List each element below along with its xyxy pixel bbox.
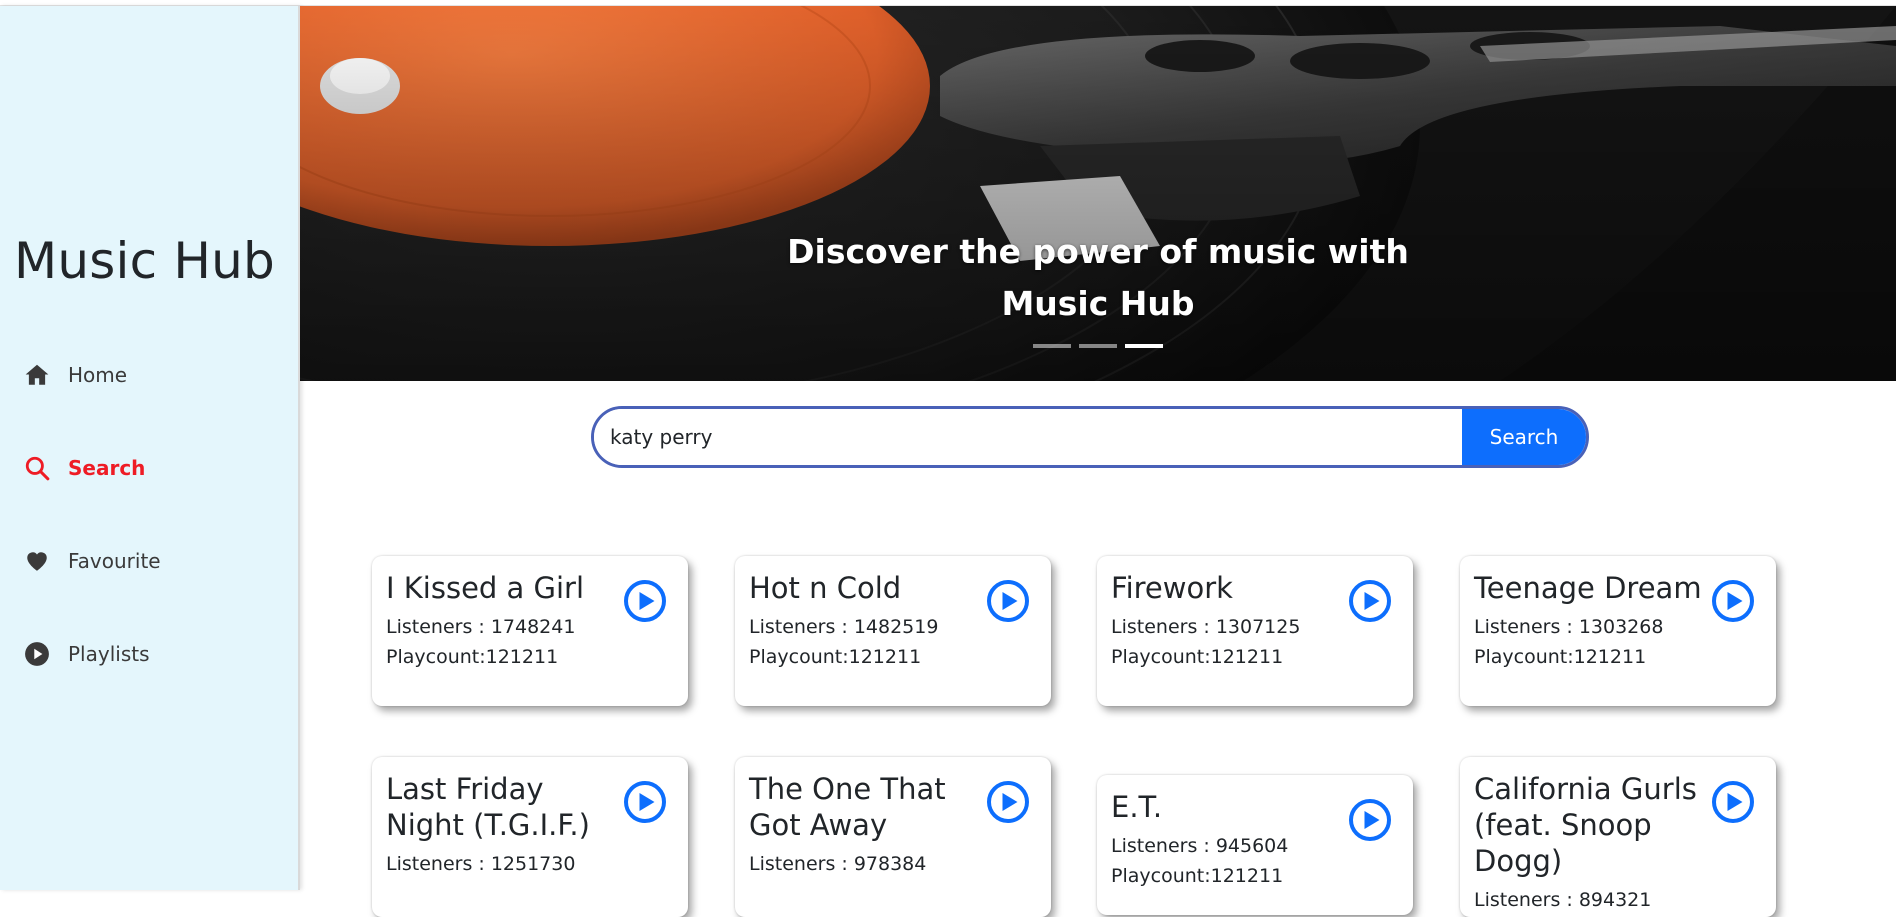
- play-button[interactable]: [1712, 580, 1754, 622]
- song-playcount: Playcount:121211: [1111, 646, 1284, 668]
- sidebar: Music Hub Home Search Favourite Playlist…: [0, 6, 300, 890]
- nav-label-playlists: Playlists: [68, 642, 150, 666]
- heart-icon: [24, 548, 50, 574]
- play-icon: [1364, 811, 1379, 829]
- song-card[interactable]: Last Friday Night (T.G.I.F.) Listeners :…: [372, 757, 688, 917]
- song-card[interactable]: E.T. Listeners : 945604 Playcount:121211: [1097, 775, 1413, 915]
- play-circle-icon: [24, 641, 50, 667]
- play-button[interactable]: [1349, 799, 1391, 841]
- hero-caption: Discover the power of music with Music H…: [300, 226, 1896, 330]
- search-button[interactable]: Search: [1462, 409, 1586, 465]
- nav-item-home[interactable]: Home: [24, 355, 127, 395]
- song-card[interactable]: The One That Got Away Listeners : 978384: [735, 757, 1051, 917]
- nav-item-favourite[interactable]: Favourite: [24, 541, 161, 581]
- play-button[interactable]: [1712, 781, 1754, 823]
- hero-carousel: Discover the power of music with Music H…: [300, 6, 1896, 381]
- song-listeners: Listeners : 978384: [749, 853, 927, 875]
- brand-title: Music Hub: [14, 232, 275, 290]
- song-playcount: Playcount:121211: [386, 646, 559, 668]
- play-button[interactable]: [987, 580, 1029, 622]
- play-icon: [1727, 592, 1742, 610]
- play-button[interactable]: [987, 781, 1029, 823]
- carousel-indicators: [300, 344, 1896, 348]
- song-card[interactable]: I Kissed a Girl Listeners : 1748241 Play…: [372, 556, 688, 706]
- nav-item-playlists[interactable]: Playlists: [24, 634, 150, 674]
- song-card[interactable]: Teenage Dream Listeners : 1303268 Playco…: [1460, 556, 1776, 706]
- song-card[interactable]: Hot n Cold Listeners : 1482519 Playcount…: [735, 556, 1051, 706]
- nav-item-search[interactable]: Search: [24, 448, 145, 488]
- hero-caption-line1: Discover the power of music with: [787, 232, 1409, 271]
- song-listeners: Listeners : 1251730: [386, 853, 576, 875]
- carousel-indicator-3[interactable]: [1125, 344, 1163, 348]
- play-button[interactable]: [624, 580, 666, 622]
- nav-label-favourite: Favourite: [68, 549, 161, 573]
- song-playcount: Playcount:121211: [1474, 646, 1647, 668]
- carousel-indicator-1[interactable]: [1033, 344, 1071, 348]
- play-icon: [639, 793, 654, 811]
- song-playcount: Playcount:121211: [749, 646, 922, 668]
- search-input[interactable]: [594, 409, 1462, 465]
- song-card[interactable]: California Gurls (feat. Snoop Dogg) List…: [1460, 757, 1776, 917]
- search-icon: [24, 455, 50, 481]
- search-bar: Search: [591, 406, 1589, 468]
- play-button[interactable]: [624, 781, 666, 823]
- nav-label-home: Home: [68, 363, 128, 387]
- play-icon: [1002, 793, 1017, 811]
- play-icon: [1002, 592, 1017, 610]
- hero-caption-line2: Music Hub: [1001, 284, 1195, 323]
- play-icon: [1364, 592, 1379, 610]
- carousel-indicator-2[interactable]: [1079, 344, 1117, 348]
- home-icon: [24, 362, 50, 388]
- song-card[interactable]: Firework Listeners : 1307125 Playcount:1…: [1097, 556, 1413, 706]
- play-icon: [1727, 793, 1742, 811]
- song-playcount: Playcount:121211: [1111, 865, 1284, 887]
- play-icon: [639, 592, 654, 610]
- play-button[interactable]: [1349, 580, 1391, 622]
- nav-label-search: Search: [68, 456, 146, 480]
